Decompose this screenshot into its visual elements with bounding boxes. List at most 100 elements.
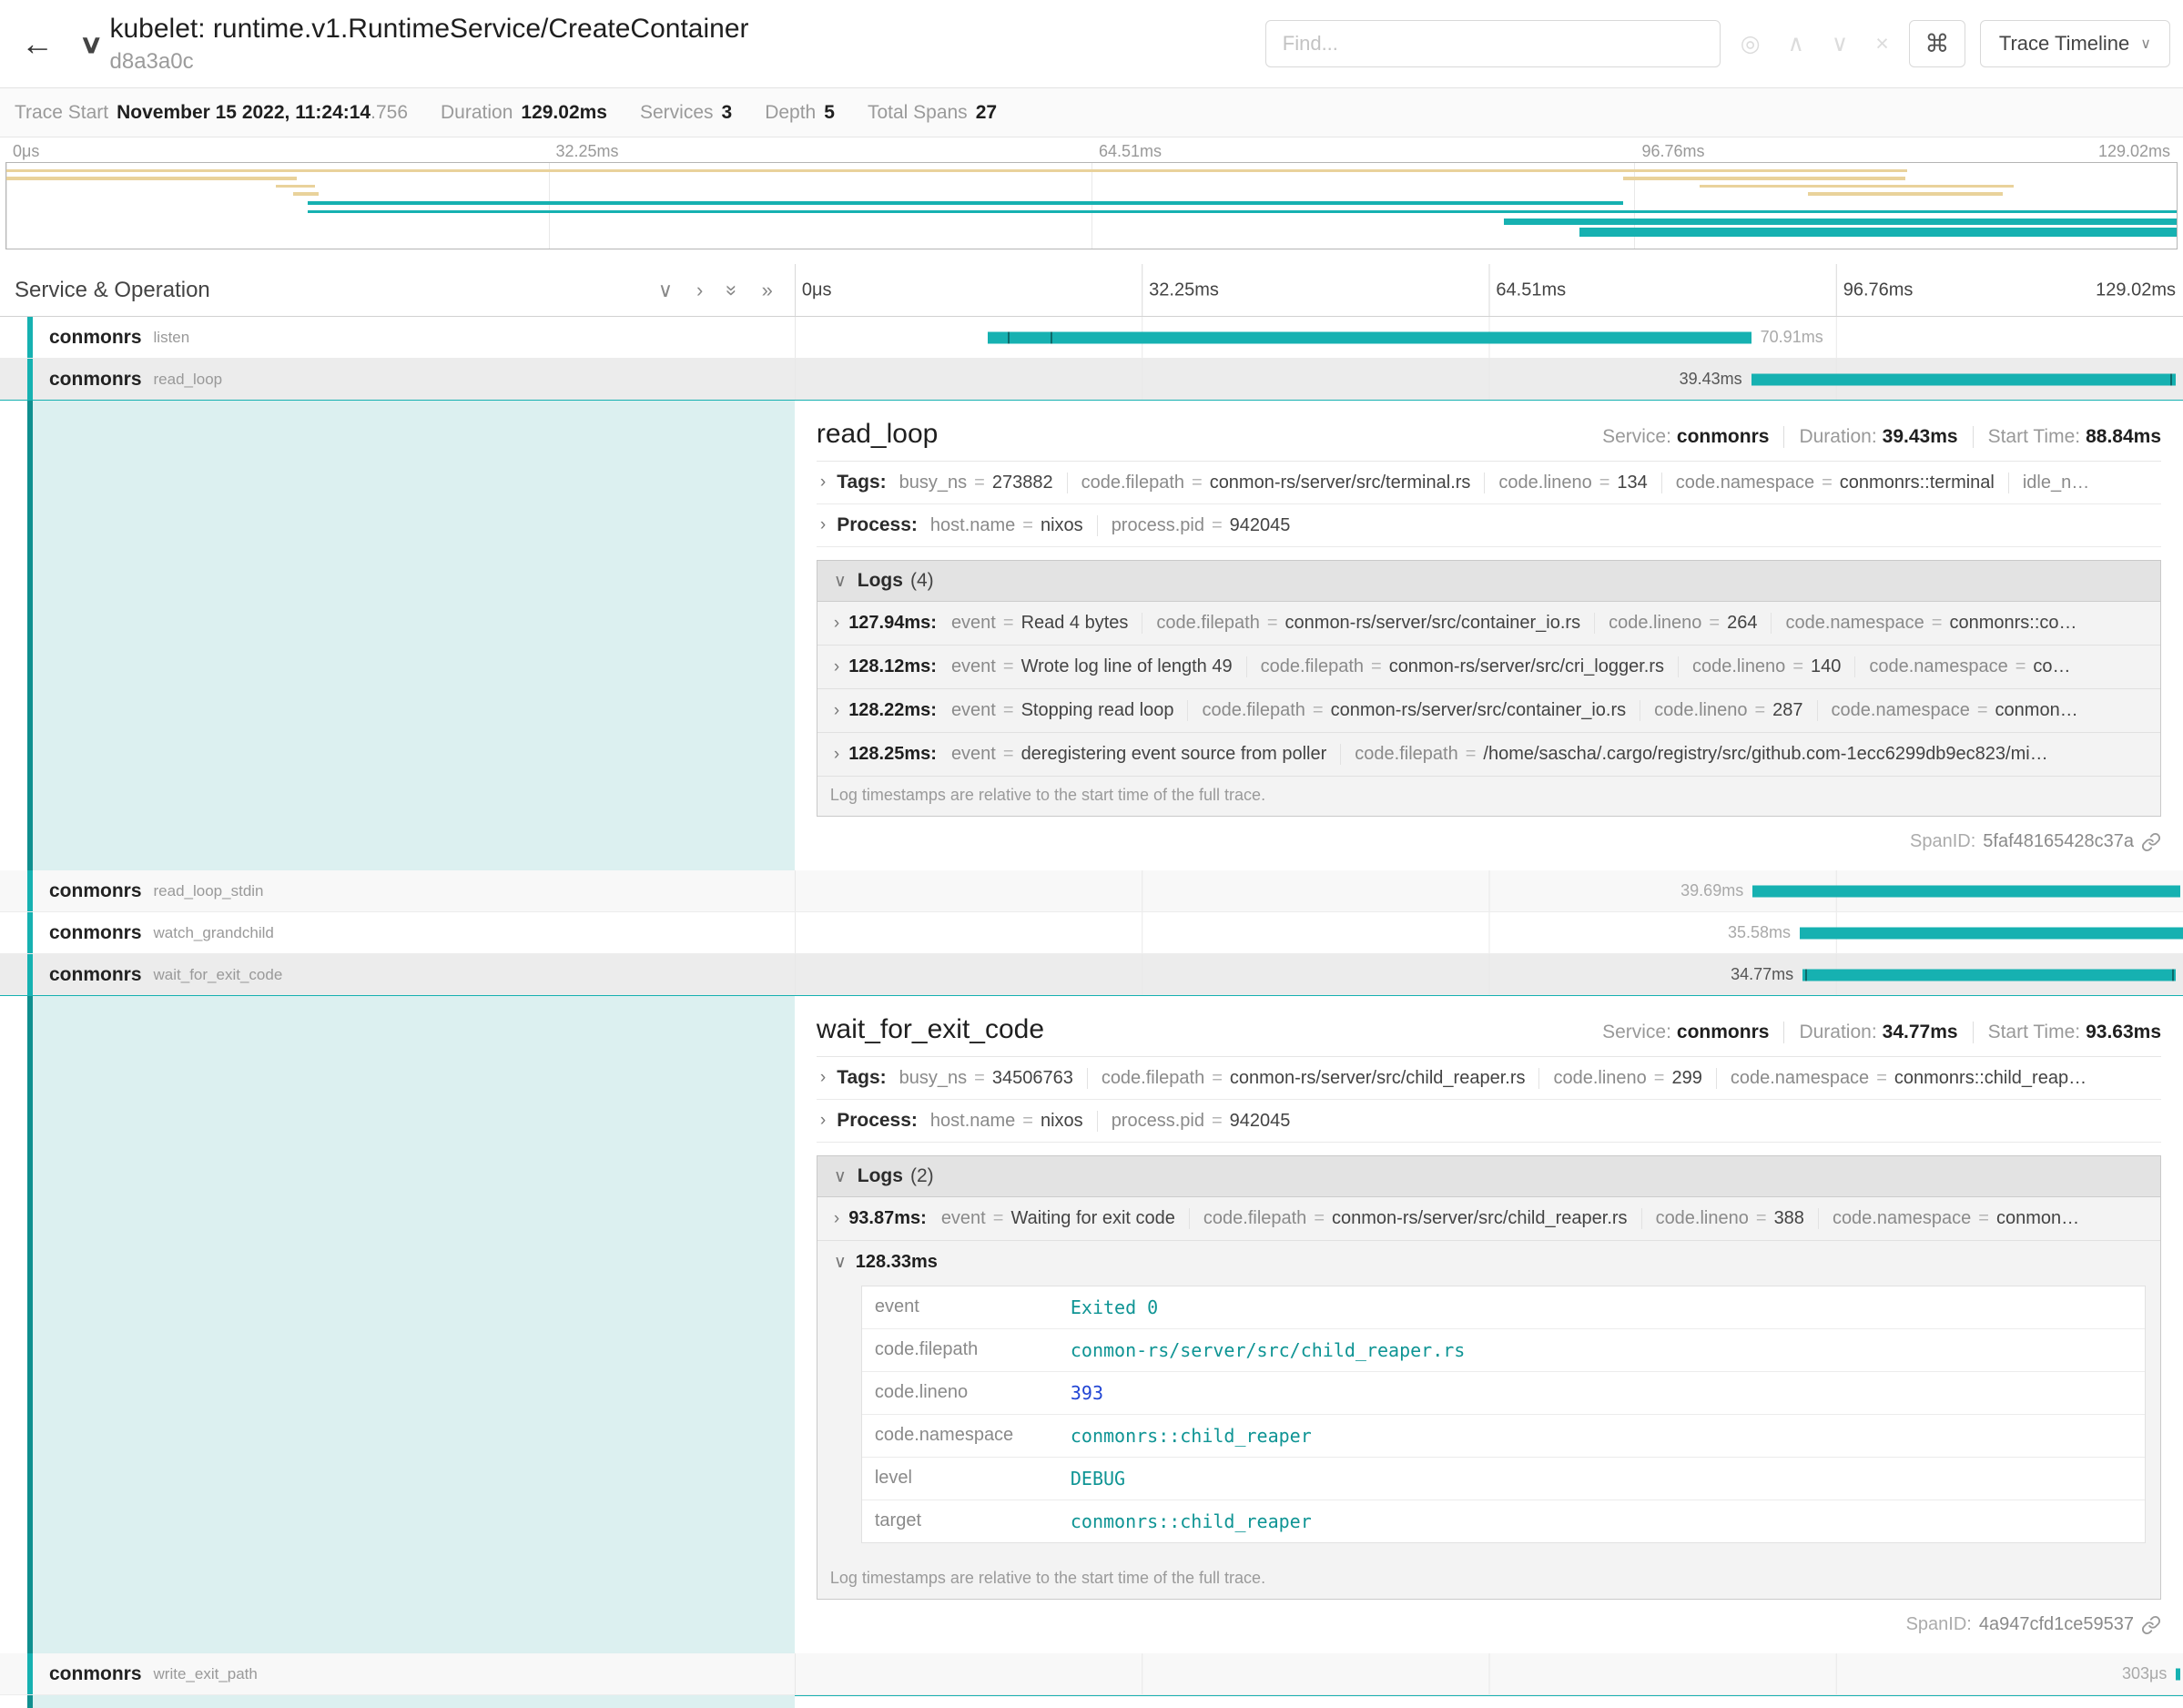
span-duration-bar[interactable]: 39.69ms [1752,885,2180,897]
span-row-read-loop[interactable]: conmonrs read_loop 39.43ms [0,359,2183,401]
back-icon[interactable]: ← [13,25,62,63]
span-timeline-cell[interactable]: 303μs [795,1653,2183,1694]
tags-label: Tags: [837,1067,886,1089]
chevron-right-icon: › [834,745,839,765]
spanid-value: 5faf48165428c37a [1983,831,2134,852]
logs-accordion-header[interactable]: ∨ Logs (4) [817,561,2160,602]
chevron-right-icon: › [834,1209,839,1229]
minimap-tick: 64.51ms [1092,142,1162,161]
span-timeline-cell[interactable]: 39.69ms [795,870,2183,911]
log-table-row: eventExited 0 [862,1286,2145,1329]
minimap-span-bar [1808,192,2004,196]
span-detail-read-loop: read_loop Service:conmonrs Duration:39.4… [0,401,2183,870]
meta-start-time: Start Time:88.84ms [1973,426,2161,448]
process-accordion[interactable]: › Process: host.name=nixosprocess.pid=94… [817,1100,2161,1143]
span-duration-bar[interactable]: 303μs [2176,1668,2180,1680]
span-detail-left-gutter [0,1695,795,1708]
focus-span-icon[interactable]: ◎ [1741,30,1761,57]
log-entry[interactable]: › 128.25ms: event=deregistering event so… [817,733,2160,777]
logs-accordion-header[interactable]: ∨ Logs (2) [817,1156,2160,1197]
span-name-cell[interactable]: conmonrs read_loop [0,359,795,400]
tags-accordion[interactable]: › Tags: busy_ns=34506763code.filepath=co… [817,1057,2161,1100]
collapse-one-icon[interactable]: ∨ [658,279,673,302]
trace-view-selector-label: Trace Timeline [1999,32,2129,56]
find-input[interactable] [1265,20,1721,67]
logs-label: Logs [858,1165,903,1187]
tags-accordion[interactable]: › Tags: busy_ns=273882code.filepath=conm… [817,462,2161,504]
span-name-cell[interactable]: conmonrs wait_for_exit_code [0,954,795,995]
span-name-cell[interactable]: conmonrs listen [0,317,795,358]
meta-service: Service:conmonrs [1602,426,1769,448]
key-value-item: event=Waiting for exit code [941,1208,1189,1229]
log-table-row: code.namespaceconmonrs::child_reaper [862,1415,2145,1458]
log-entry-expanded[interactable]: ∨ 128.33ms [817,1241,2160,1284]
clear-search-icon[interactable]: × [1875,31,1889,57]
span-duration-bar[interactable]: 35.58ms [1800,927,2183,939]
span-row-wait-for-exit-code[interactable]: conmonrs wait_for_exit_code 34.77ms [0,954,2183,996]
process-accordion[interactable]: › Process: host.name=nixosprocess.pid=94… [817,504,2161,547]
log-entry[interactable]: › 127.94ms: event=Read 4 bytescode.filep… [817,602,2160,646]
log-timestamp: 127.94ms: [848,613,937,634]
span-color-accent [27,912,33,953]
span-detail-left-gutter [0,401,795,870]
span-duration-bar[interactable]: 70.91ms [988,331,1751,343]
log-entry[interactable]: › 93.87ms: event=Waiting for exit codeco… [817,1197,2160,1241]
key-value-item: code.lineno=299 [1538,1068,1715,1089]
span-timeline-cell[interactable]: 70.91ms [795,317,2183,358]
span-duration-bar[interactable]: 39.43ms [1751,373,2177,385]
minimap-tick: 129.02ms [2098,142,2170,161]
keyboard-shortcuts-button[interactable]: ⌘ [1909,20,1965,67]
key-value-item: code.lineno=134 [1484,473,1660,493]
span-operation-name: read_loop_stdin [154,882,264,900]
header-controls: ◎ ∧ ∨ × ⌘ Trace Timeline ∨ [1265,20,2170,67]
span-name-cell[interactable]: conmonrs read_loop_stdin [0,870,795,911]
chevron-right-icon: › [820,473,826,493]
span-operation-name: write_exit_path [154,1665,258,1683]
collapse-header-icon[interactable]: ∨ [79,29,104,59]
span-row-read-loop-stdin[interactable]: conmonrs read_loop_stdin 39.69ms [0,870,2183,912]
span-row-write-exit-path[interactable]: conmonrs write_exit_path 303μs [0,1653,2183,1695]
collapse-all-icon[interactable]: » [720,284,744,295]
span-service-name: conmonrs [49,327,142,349]
log-marker-tick [1051,331,1052,343]
span-color-accent [27,870,33,911]
minimap-canvas[interactable] [5,162,2178,249]
key-value-item: event=Read 4 bytes [951,613,1142,634]
copy-link-icon[interactable] [2141,1615,2161,1635]
log-fields: event=Wrote log line of length 49code.fi… [951,656,2085,677]
key-value-item: code.filepath=/home/sascha/.cargo/regist… [1340,744,2061,765]
log-entry[interactable]: › 128.12ms: event=Wrote log line of leng… [817,646,2160,689]
span-row-listen[interactable]: conmonrs listen 70.91ms [0,317,2183,359]
meta-start-time: Start Time:93.63ms [1973,1022,2161,1043]
next-result-icon[interactable]: ∨ [1832,30,1848,57]
trace-summary-bar: Trace StartNovember 15 2022, 11:24:14.75… [0,88,2183,137]
span-timeline-cell[interactable]: 34.77ms [795,954,2183,995]
log-table-row: levelDEBUG [862,1458,2145,1500]
span-duration-label: 35.58ms [1728,923,1791,942]
expand-one-icon[interactable]: › [696,279,703,302]
key-value-item: code.lineno=388 [1641,1208,1818,1229]
span-row-watch-grandchild[interactable]: conmonrs watch_grandchild 35.58ms [0,912,2183,954]
summary-depth: Depth5 [765,102,835,124]
summary-value: 129.02ms [521,102,607,123]
spanid-label: SpanID: [1906,1614,1972,1635]
trace-title-block: kubelet: runtime.v1.RuntimeService/Creat… [110,12,749,76]
summary-value: 27 [976,102,997,123]
key-value-item: busy_ns=34506763 [899,1068,1087,1089]
span-timeline-cell[interactable]: 35.58ms [795,912,2183,953]
expand-collapse-controls: ∨ › » » [658,279,773,302]
log-detail-table: eventExited 0code.filepathconmon-rs/serv… [861,1286,2146,1543]
span-name-cell[interactable]: conmonrs write_exit_path [0,1653,795,1694]
expand-all-icon[interactable]: » [762,279,773,302]
summary-label: Total Spans [868,102,968,123]
trace-view-selector[interactable]: Trace Timeline ∨ [1980,20,2170,67]
prev-result-icon[interactable]: ∧ [1788,30,1804,57]
chevron-down-icon: ∨ [834,1166,847,1187]
span-service-name: conmonrs [49,1663,142,1685]
span-timeline-cell[interactable]: 39.43ms [795,359,2183,400]
span-name-cell[interactable]: conmonrs watch_grandchild [0,912,795,953]
copy-link-icon[interactable] [2141,832,2161,852]
minimap-span-bar [276,185,315,188]
span-duration-bar[interactable]: 34.77ms [1802,969,2176,981]
log-entry[interactable]: › 128.22ms: event=Stopping read loopcode… [817,689,2160,733]
